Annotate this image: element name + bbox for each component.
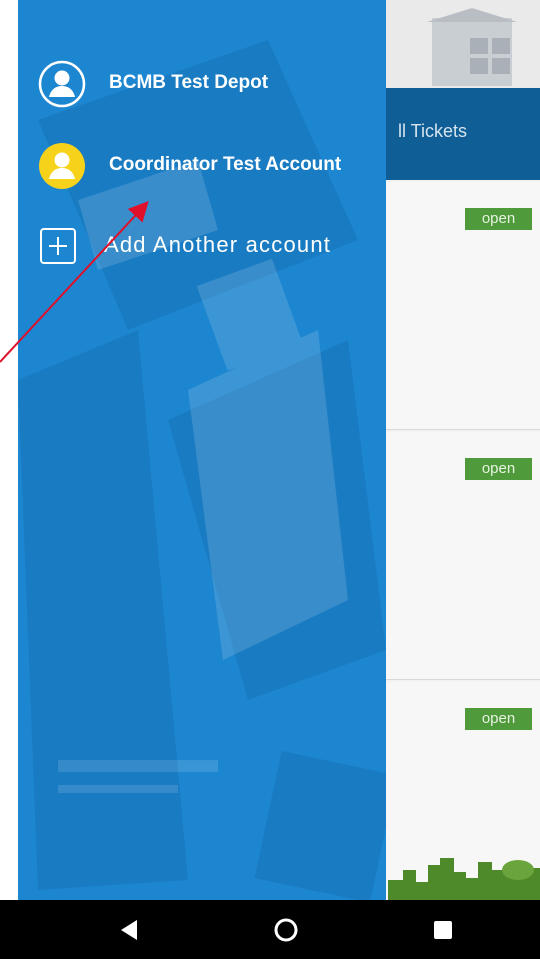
- recents-square-icon[interactable]: [427, 914, 459, 946]
- navigation-drawer: BCMB Test Depot Coordinator Test Account…: [18, 0, 386, 900]
- system-nav-bar: [0, 900, 540, 959]
- account-item-bcmb-test-depot[interactable]: BCMB Test Depot: [18, 60, 386, 108]
- account-name: BCMB Test Depot: [109, 72, 269, 93]
- home-circle-icon[interactable]: [270, 914, 302, 946]
- account-name: Coordinator Test Account: [109, 154, 342, 175]
- account-item-coordinator-test-account[interactable]: Coordinator Test Account: [18, 142, 386, 190]
- add-account-button[interactable]: Add Another account: [18, 222, 386, 270]
- tab-all-tickets[interactable]: ll Tickets: [398, 121, 467, 142]
- drawer-background-art: [18, 0, 386, 900]
- status-badge: open: [465, 708, 532, 730]
- status-badge: open: [465, 208, 532, 230]
- add-account-label: Add Another account: [104, 232, 332, 257]
- plus-square-icon: [40, 228, 76, 264]
- user-avatar-icon: [38, 60, 86, 108]
- warehouse-icon: [427, 8, 517, 86]
- status-badge: open: [465, 458, 532, 480]
- left-gutter: [0, 0, 18, 900]
- back-triangle-icon[interactable]: [113, 914, 145, 946]
- user-avatar-icon: [38, 142, 86, 190]
